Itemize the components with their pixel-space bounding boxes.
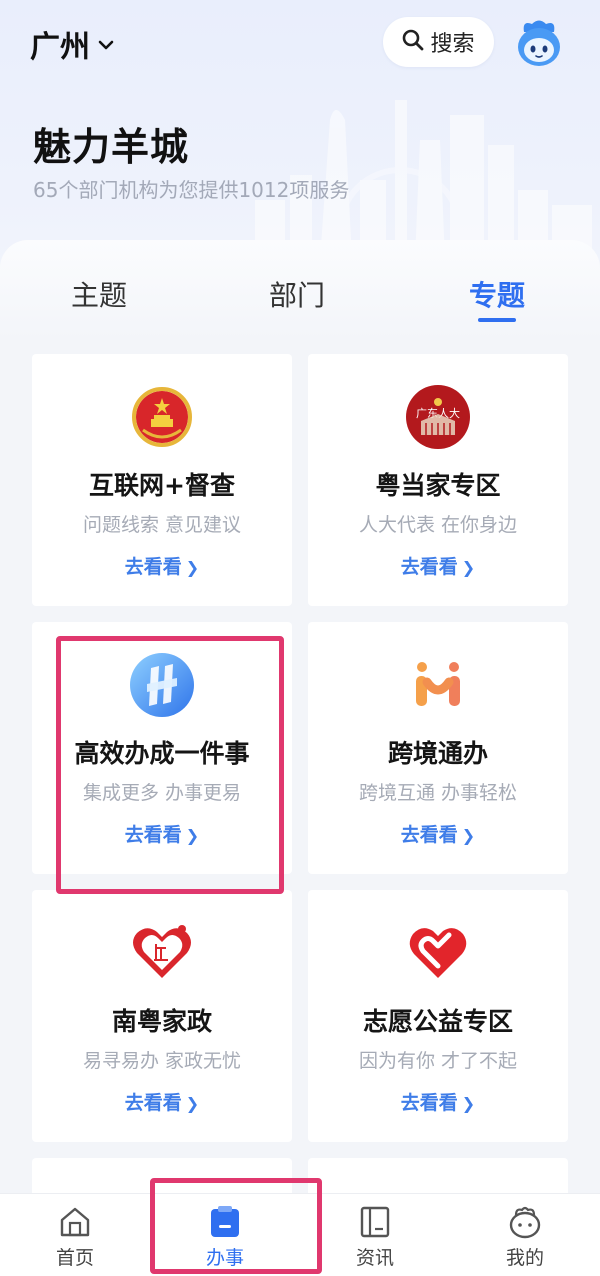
nav-home[interactable]: 首页 [25, 1194, 125, 1276]
nanyue-housekeeping-icon [129, 920, 195, 986]
topic-card-internet-supervision[interactable]: 互联网+督查 问题线索 意见建议 去看看 ❯ [32, 354, 292, 606]
guangdong-npc-icon: 广东人大 [405, 384, 471, 450]
card-link-label: 去看看 [124, 824, 182, 846]
chevron-down-icon [98, 36, 114, 55]
page-title: 魅力羊城 [33, 125, 190, 169]
card-title: 志愿公益专区 [362, 1007, 513, 1036]
national-emblem-icon [129, 384, 195, 450]
card-title: 互联网+督查 [89, 471, 235, 500]
card-go-link[interactable]: 去看看 ❯ [308, 552, 568, 579]
tab-active-indicator [478, 318, 516, 322]
card-go-link[interactable]: 去看看 ❯ [32, 552, 292, 579]
nav-label: 首页 [55, 1247, 94, 1269]
card-subtitle: 因为有你 才了不起 [358, 1050, 518, 1072]
card-title: 高效办成一件事 [74, 739, 250, 768]
chevron-right-icon: ❯ [461, 558, 476, 577]
news-book-icon [358, 1205, 392, 1239]
card-link-label: 去看看 [400, 1092, 458, 1114]
nav-label: 我的 [505, 1247, 544, 1269]
card-title: 跨境通办 [387, 739, 488, 768]
chevron-right-icon: ❯ [185, 1094, 200, 1113]
search-button[interactable]: 搜索 [383, 17, 494, 67]
card-title: 南粤家政 [111, 1007, 212, 1036]
tab-theme[interactable]: 主题 [71, 274, 127, 314]
nav-news[interactable]: 资讯 [325, 1194, 425, 1276]
tab-special-topic[interactable]: 专题 [469, 274, 525, 314]
card-subtitle: 问题线索 意见建议 [82, 514, 242, 536]
card-link-label: 去看看 [400, 556, 458, 578]
volunteer-heart-icon [405, 920, 471, 986]
card-link-label: 去看看 [400, 824, 458, 846]
city-selector[interactable]: 广州 [30, 22, 114, 66]
card-go-link[interactable]: 去看看 ❯ [32, 820, 292, 847]
chevron-right-icon: ❯ [461, 826, 476, 845]
assistant-avatar-icon[interactable] [512, 16, 566, 70]
card-link-label: 去看看 [124, 556, 182, 578]
card-subtitle: 集成更多 办事更易 [82, 782, 242, 804]
efficient-service-icon [129, 652, 195, 718]
chevron-right-icon: ❯ [461, 1094, 476, 1113]
home-icon [58, 1205, 92, 1239]
nav-label: 办事 [205, 1247, 244, 1269]
tab-department[interactable]: 部门 [269, 274, 325, 314]
profile-mascot-icon [508, 1205, 542, 1239]
page-subtitle: 65个部门机构为您提供1012项服务 [33, 178, 350, 202]
topic-card-partial[interactable] [32, 1158, 292, 1198]
card-link-label: 去看看 [124, 1092, 182, 1114]
card-go-link[interactable]: 去看看 ❯ [308, 1088, 568, 1115]
city-label: 广州 [30, 30, 90, 65]
card-title: 粤当家专区 [375, 471, 501, 500]
topic-card-yue-dangjia[interactable]: 广东人大 粤当家专区 人大代表 在你身边 去看看 ❯ [308, 354, 568, 606]
bottom-navigation: 首页 办事 资讯 我的 [0, 1193, 600, 1276]
topic-card-partial[interactable] [308, 1158, 568, 1198]
topic-card-volunteer[interactable]: 志愿公益专区 因为有你 才了不起 去看看 ❯ [308, 890, 568, 1142]
nav-label: 资讯 [355, 1247, 394, 1269]
card-subtitle: 跨境互通 办事轻松 [358, 782, 518, 804]
search-label: 搜索 [430, 32, 475, 57]
search-icon [402, 29, 424, 55]
clipboard-icon [208, 1205, 242, 1239]
chevron-right-icon: ❯ [185, 826, 200, 845]
topic-card-nanyue-housekeeping[interactable]: 南粤家政 易寻易办 家政无忧 去看看 ❯ [32, 890, 292, 1142]
nav-profile[interactable]: 我的 [475, 1194, 575, 1276]
card-go-link[interactable]: 去看看 ❯ [308, 820, 568, 847]
card-go-link[interactable]: 去看看 ❯ [32, 1088, 292, 1115]
cross-border-icon [405, 652, 471, 718]
chevron-right-icon: ❯ [185, 558, 200, 577]
card-subtitle: 人大代表 在你身边 [358, 514, 518, 536]
nav-services[interactable]: 办事 [175, 1194, 275, 1276]
topic-card-efficient-service[interactable]: 高效办成一件事 集成更多 办事更易 去看看 ❯ [32, 622, 292, 874]
tab-bar: 主题 部门 专题 [0, 240, 600, 340]
topic-card-cross-border[interactable]: 跨境通办 跨境互通 办事轻松 去看看 ❯ [308, 622, 568, 874]
card-subtitle: 易寻易办 家政无忧 [82, 1050, 242, 1072]
